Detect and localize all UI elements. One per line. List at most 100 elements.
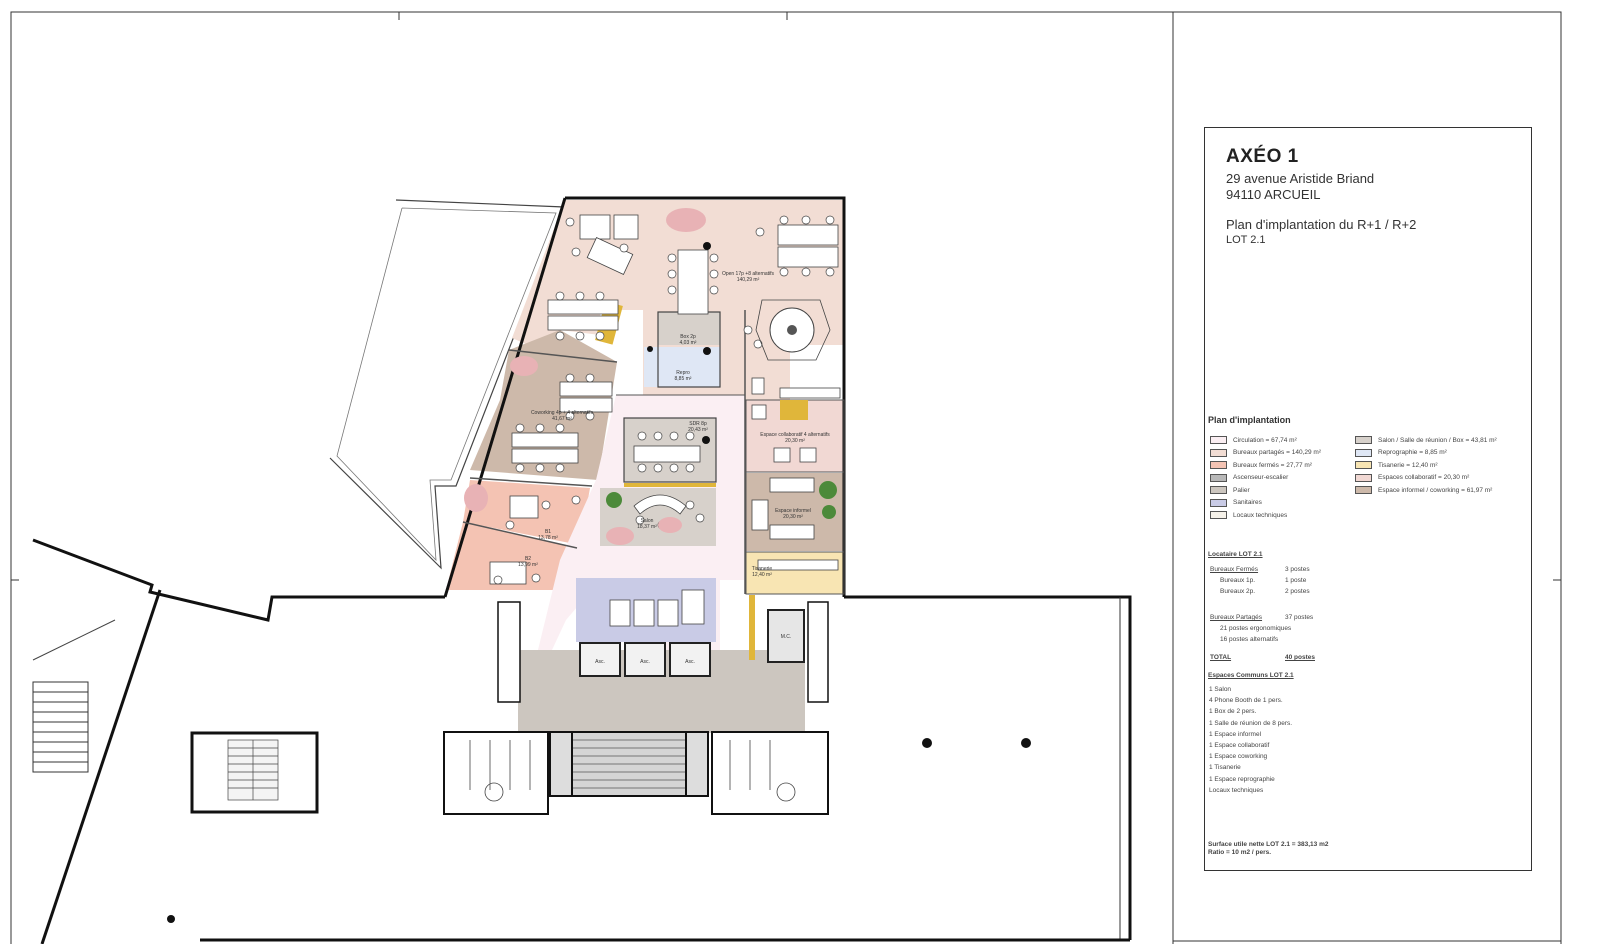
label-elevator-1: Asc. — [595, 659, 605, 665]
label-informal-area: 20,30 m² — [783, 514, 803, 520]
total-label: TOTAL — [1210, 654, 1232, 661]
shared-offices-count: 37 postes — [1285, 614, 1314, 621]
wall-ground-annex — [32, 619, 116, 661]
wall-ground-north-west — [32, 538, 445, 622]
legend-item: Espaces collaboratif = 20,30 m² — [1355, 473, 1470, 482]
legend-item: Bureaux fermés = 27,77 m² — [1210, 461, 1312, 469]
legend-item: Locaux techniques — [1210, 511, 1287, 519]
label-open-space-area: 140,29 m² — [737, 277, 760, 283]
legend-swatch — [1210, 498, 1227, 507]
commons-item: 1 Espace informel — [1209, 730, 1262, 738]
closed-row-2-value: 2 postes — [1285, 588, 1310, 595]
legend-swatch — [1210, 448, 1227, 457]
legend-swatch — [1355, 473, 1372, 482]
legend-item: Palier — [1210, 486, 1250, 494]
legend-label: Circulation = 67,74 m² — [1233, 436, 1297, 444]
commons-item: 1 Salon — [1209, 686, 1232, 693]
commons-item: 1 Tisanerie — [1209, 764, 1241, 772]
title-block: AXÉO 1 29 avenue Aristide Briand 94110 A… — [1204, 127, 1532, 408]
common-spaces: Espaces Communs LOT 2.1 1 Salon 4 Phone B… — [1204, 669, 1532, 826]
column — [1021, 738, 1031, 748]
core-shaft — [685, 731, 709, 797]
occupancy-title: Locataire LOT 2.1 — [1208, 551, 1263, 558]
column — [167, 915, 175, 923]
legend-swatch — [1355, 448, 1372, 457]
building-name: AXÉO 1 — [1226, 146, 1299, 167]
plan-title: Plan d'implantation du R+1 / R+2 — [1226, 217, 1417, 232]
annex-stairs — [32, 681, 89, 773]
legend-title: Plan d'implantation — [1208, 415, 1291, 425]
legend-swatch — [1210, 461, 1227, 469]
closed-offices-count: 3 postes — [1285, 566, 1310, 573]
legend-item: Salon / Salle de réunion / Box = 43,81 m… — [1355, 436, 1497, 444]
lot-label: LOT 2.1 — [1226, 234, 1266, 246]
collab-cabinet — [780, 400, 808, 420]
building-address: 29 avenue Aristide Briand 94110 ARCUEIL — [1226, 171, 1374, 203]
stair-block-treads — [227, 739, 279, 801]
legend-label: Bureaux fermés = 27,77 m² — [1233, 461, 1312, 469]
address-street: 29 avenue Aristide Briand — [1226, 171, 1375, 186]
commons-item: Locaux techniques — [1209, 786, 1264, 794]
meeting-bench — [624, 483, 716, 487]
label-freight-elevator: M.C. — [781, 634, 792, 640]
legend-item: Circulation = 67,74 m² — [1210, 436, 1297, 444]
surface-net: Surface utile nette LOT 2.1 = 383,13 m2 — [1208, 841, 1329, 848]
commons-item: 4 Phone Booth de 1 pers. — [1209, 697, 1283, 705]
closed-row-1-value: 1 poste — [1285, 577, 1307, 584]
surface-summary: Surface utile nette LOT 2.1 = 383,13 m2 … — [1204, 825, 1532, 871]
legend-item: Espace informel / coworking = 61,97 m² — [1355, 486, 1492, 494]
legend-item: Tisanerie = 12,40 m² — [1355, 461, 1438, 469]
occupancy-summary: Locataire LOT 2.1 Bureaux Fermés 3 poste… — [1204, 548, 1532, 670]
legend-swatch — [1355, 436, 1372, 444]
label-collab-area: 20,30 m² — [785, 438, 805, 444]
label-elevator-2: Asc. — [640, 659, 650, 665]
column — [647, 346, 653, 352]
commons-item: 1 Box de 2 pers. — [1209, 708, 1257, 716]
legend-label: Tisanerie = 12,40 m² — [1378, 461, 1438, 469]
legend-label: Bureaux partagés = 140,29 m² — [1233, 449, 1321, 456]
legend-label: Locaux techniques — [1233, 511, 1288, 519]
legend-swatch — [1210, 511, 1227, 519]
legend-item: Reprographie = 8,85 m² — [1355, 448, 1447, 457]
round-workstation-core — [787, 325, 797, 335]
legend-label: Salon / Salle de réunion / Box = 43,81 m… — [1378, 436, 1497, 444]
label-coworking-area: 41,67 m² — [552, 416, 572, 422]
label-box-area: 4,03 m² — [680, 340, 697, 346]
commons-title: Espaces Communs LOT 2.1 — [1208, 672, 1294, 679]
label-tisanerie-area: 12,40 m² — [752, 572, 772, 578]
legend-item: Bureaux partagés = 140,29 m² — [1210, 448, 1321, 457]
legend-label: Sanitaires — [1233, 499, 1262, 506]
core-shaft — [549, 731, 573, 797]
shared-offices-heading: Bureaux Partagés — [1210, 614, 1263, 621]
label-repro-area: 8,85 m² — [675, 376, 692, 382]
commons-item: 1 Salle de réunion de 8 pers. — [1209, 719, 1293, 727]
column — [922, 738, 932, 748]
label-b2-area: 13,99 m² — [518, 562, 538, 568]
legend-swatch — [1210, 486, 1227, 494]
shared-row-1: 21 postes ergonomiques — [1220, 625, 1292, 632]
legend-label: Reprographie = 8,85 m² — [1378, 449, 1447, 456]
legend-label: Ascenseur-escalier — [1233, 474, 1289, 481]
tisanerie-counter — [749, 595, 755, 660]
legend-item: Ascenseur-escalier — [1210, 473, 1289, 482]
floor-plan-sheet: Open 17p +8 alternatifs 140,29 m² Box 2p… — [0, 0, 1600, 944]
closed-offices-heading: Bureaux Fermés — [1210, 566, 1259, 573]
address-city: 94110 ARCUEIL — [1226, 187, 1321, 202]
total-value: 40 postes — [1285, 654, 1315, 661]
legend-swatch — [1210, 473, 1227, 482]
commons-item: 1 Espace collaboratif — [1209, 742, 1270, 749]
legend-swatch — [1210, 436, 1227, 444]
label-salon-area: 18,37 m² — [637, 524, 657, 530]
shared-row-2: 16 postes alternatifs — [1220, 636, 1279, 643]
label-b1-area: 13,78 m² — [538, 535, 558, 541]
commons-item: 1 Espace reprographie — [1209, 775, 1275, 783]
surface-ratio: Ratio = 10 m2 / pers. — [1208, 849, 1272, 856]
legend-swatch — [1355, 486, 1372, 494]
legend-swatch — [1355, 461, 1372, 469]
column — [703, 347, 711, 355]
legend-label: Espaces collaboratif = 20,30 m² — [1378, 474, 1470, 481]
legend-item: Sanitaires — [1210, 498, 1262, 507]
legend-label: Palier — [1233, 486, 1250, 494]
meeting-table — [633, 445, 701, 463]
label-elevator-3: Asc. — [685, 659, 695, 665]
